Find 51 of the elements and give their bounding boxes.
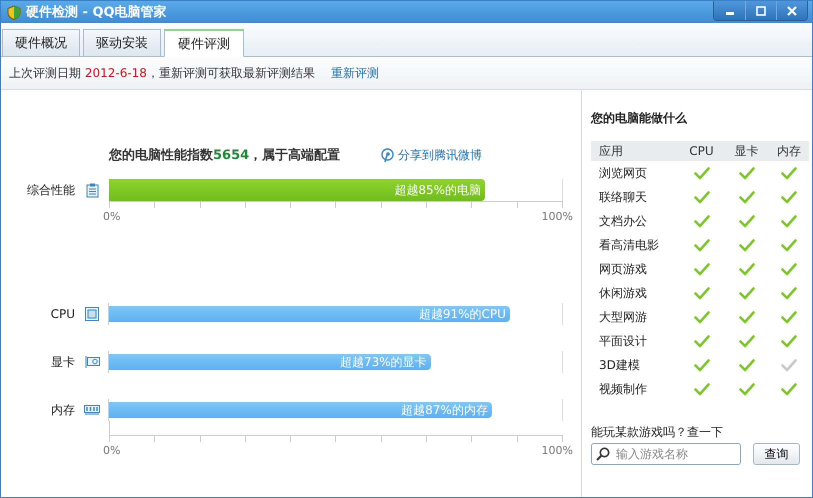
row-label: 显卡: [50, 354, 75, 370]
column-header: 显卡: [734, 142, 760, 160]
column-header: CPU: [688, 144, 715, 158]
table-cell-text: 文档办公: [599, 212, 648, 230]
graphics-card-icon: [84, 355, 100, 369]
share-icon: [380, 148, 394, 162]
chip-icon: [85, 307, 99, 321]
table-cell-text: 视频制作: [599, 380, 648, 398]
clipboard-icon: [86, 182, 98, 198]
table-cell-text: 平面设计: [599, 332, 648, 350]
window-title: 硬件检测 - QQ电脑管家: [26, 4, 167, 21]
game-prompt: 能玩某款游戏吗？查一下: [591, 424, 724, 441]
axis-label: 0%: [103, 444, 120, 457]
table-cell-text: 浏览网页: [599, 164, 648, 182]
minimize-button[interactable]: [714, 1, 745, 20]
search-field[interactable]: 输入游戏名称: [591, 443, 741, 465]
row-label: 综合性能: [26, 182, 75, 198]
last-test-text: 上次评测日期 2012-6-18，重新评测可获取最新评测结果: [9, 64, 315, 82]
share-link[interactable]: 分享到腾讯微博: [380, 146, 482, 164]
maximize-icon: [756, 6, 766, 16]
panel-title: 您的电脑能做什么: [591, 110, 688, 127]
close-button[interactable]: [776, 1, 807, 20]
close-icon: [787, 6, 797, 16]
axis-label: 0%: [103, 210, 120, 223]
table-cell-text: 看高清电影: [599, 236, 660, 254]
table-cell-text: 联络聊天: [599, 188, 648, 206]
score-bar: 超越91%的CPU: [109, 306, 510, 322]
table-cell-text: 3D建模: [599, 356, 641, 374]
axis-label: 100%: [542, 210, 573, 223]
column-header: 内存: [776, 142, 802, 160]
minimize-icon: [726, 12, 734, 14]
tab[interactable]: 驱动安装: [83, 29, 161, 57]
score-text: 您的电脑性能指数5654，属于高端配置: [109, 146, 340, 164]
maximize-button[interactable]: [745, 1, 776, 20]
score-bar: 超越73%的显卡: [109, 354, 431, 370]
retest-link[interactable]: 重新评测: [330, 64, 379, 82]
axis-label: 100%: [542, 444, 573, 457]
score-bar: 超越87%的内存: [109, 402, 492, 418]
tab[interactable]: 硬件概况: [2, 29, 80, 57]
row-label: CPU: [50, 307, 75, 321]
tab[interactable]: 硬件评测: [164, 29, 244, 57]
column-header: 应用: [599, 142, 624, 160]
search-button[interactable]: 查询: [753, 443, 800, 465]
memory-icon: [84, 405, 100, 415]
table-cell-text: 休闲游戏: [599, 284, 648, 302]
table-cell-text: 网页游戏: [599, 260, 648, 278]
table-cell-text: 大型网游: [599, 308, 648, 326]
shield-icon: [7, 4, 21, 20]
search-icon: [596, 447, 610, 461]
row-label: 内存: [50, 402, 75, 418]
score-bar: 超越85%的电脑: [109, 179, 485, 201]
